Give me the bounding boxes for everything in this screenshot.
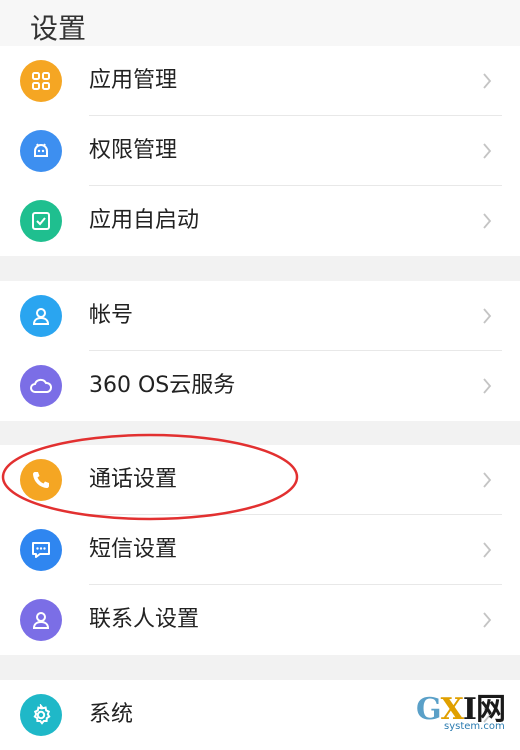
chevron-right-icon xyxy=(482,351,492,394)
chevron-right-icon xyxy=(482,445,492,488)
settings-item-label: 通话设置 xyxy=(89,467,178,492)
gear-icon xyxy=(20,694,62,736)
watermark-subtext: system.com xyxy=(444,721,505,732)
settings-item-call-settings[interactable]: 通话设置 xyxy=(0,445,520,515)
android-robot-icon xyxy=(20,130,62,172)
watermark-logo: GXI网 system.com xyxy=(416,693,514,733)
page-title: 设置 xyxy=(30,12,87,45)
settings-item-label: 系统 xyxy=(89,702,134,727)
settings-item-label: 360 OS云服务 xyxy=(89,373,236,398)
apps-grid-icon xyxy=(20,60,62,102)
message-icon xyxy=(20,529,62,571)
group-apps: 应用管理 权限管理 应用自启动 xyxy=(0,46,520,256)
group-account: 帐号 360 OS云服务 xyxy=(0,281,520,421)
settings-item-cloud-service[interactable]: 360 OS云服务 xyxy=(0,351,520,421)
settings-item-account[interactable]: 帐号 xyxy=(0,281,520,351)
group-communication: 通话设置 短信设置 联系人设置 xyxy=(0,445,520,655)
settings-item-label: 短信设置 xyxy=(89,537,178,562)
phone-icon xyxy=(20,459,62,501)
chevron-right-icon xyxy=(482,46,492,89)
chevron-right-icon xyxy=(482,515,492,558)
user-icon xyxy=(20,295,62,337)
settings-item-sms-settings[interactable]: 短信设置 xyxy=(0,515,520,585)
settings-item-permission-management[interactable]: 权限管理 xyxy=(0,116,520,186)
contact-icon xyxy=(20,599,62,641)
chevron-right-icon xyxy=(482,116,492,159)
settings-item-app-management[interactable]: 应用管理 xyxy=(0,46,520,116)
settings-item-label: 应用管理 xyxy=(89,68,178,93)
checkbox-icon xyxy=(20,200,62,242)
chevron-right-icon xyxy=(482,585,492,628)
settings-item-label: 帐号 xyxy=(89,303,134,328)
settings-item-app-autostart[interactable]: 应用自启动 xyxy=(0,186,520,256)
settings-item-label: 联系人设置 xyxy=(89,607,200,632)
cloud-icon xyxy=(20,365,62,407)
settings-item-contact-settings[interactable]: 联系人设置 xyxy=(0,585,520,655)
chevron-right-icon xyxy=(482,281,492,324)
settings-item-label: 应用自启动 xyxy=(89,208,200,233)
settings-item-label: 权限管理 xyxy=(89,138,178,163)
chevron-right-icon xyxy=(482,186,492,229)
